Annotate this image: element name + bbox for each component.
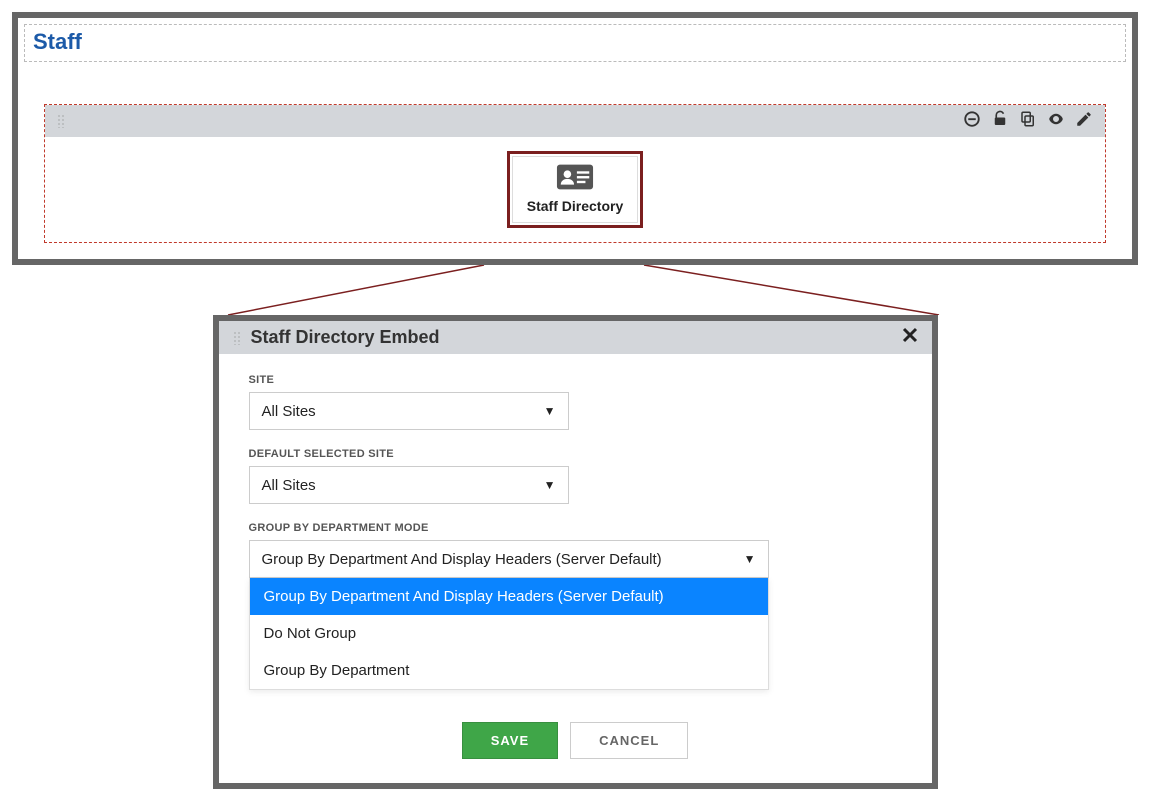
modal-title: Staff Directory Embed	[251, 327, 902, 348]
group-mode-option[interactable]: Group By Department And Display Headers …	[250, 578, 768, 615]
content-area: Staff Directory	[44, 104, 1106, 243]
save-button[interactable]: SAVE	[462, 722, 558, 759]
site-label: SITE	[249, 374, 902, 386]
page-title: Staff	[33, 29, 1117, 55]
default-site-select-value: All Sites	[262, 477, 316, 494]
remove-icon[interactable]	[963, 110, 981, 133]
site-select[interactable]: All Sites ▼	[249, 392, 569, 430]
content-body: Staff Directory	[45, 137, 1105, 242]
id-card-icon	[556, 163, 594, 191]
edit-icon[interactable]	[1075, 110, 1093, 133]
content-toolbar	[45, 105, 1105, 137]
visibility-icon[interactable]	[1047, 110, 1065, 133]
group-mode-label: GROUP BY DEPARTMENT MODE	[249, 522, 902, 534]
toolbar-icons	[963, 110, 1093, 133]
default-site-label: DEFAULT SELECTED SITE	[249, 448, 902, 460]
group-mode-dropdown: Group By Department And Display Headers …	[249, 578, 769, 690]
default-site-select[interactable]: All Sites ▼	[249, 466, 569, 504]
close-icon	[902, 327, 918, 343]
modal-drag-handle-icon[interactable]	[233, 331, 241, 345]
unlock-icon[interactable]	[991, 110, 1009, 133]
staff-directory-widget[interactable]: Staff Directory	[507, 151, 643, 228]
site-select-value: All Sites	[262, 403, 316, 420]
cancel-button[interactable]: CANCEL	[570, 722, 688, 759]
group-mode-select[interactable]: Group By Department And Display Headers …	[249, 540, 769, 578]
modal-body: SITE All Sites ▼ DEFAULT SELECTED SITE A…	[219, 354, 932, 783]
widget-label: Staff Directory	[527, 198, 623, 214]
drag-handle-icon[interactable]	[57, 114, 65, 128]
group-mode-option[interactable]: Do Not Group	[250, 615, 768, 652]
staff-directory-embed-modal: Staff Directory Embed SITE All Sites ▼ D…	[213, 315, 938, 789]
copy-icon[interactable]	[1019, 110, 1037, 133]
modal-header: Staff Directory Embed	[219, 321, 932, 354]
close-button[interactable]	[902, 327, 918, 348]
page-title-container: Staff	[24, 24, 1126, 62]
chevron-down-icon: ▼	[744, 552, 756, 566]
modal-footer: SAVE CANCEL	[249, 722, 902, 759]
chevron-down-icon: ▼	[544, 404, 556, 418]
editor-panel: Staff	[12, 12, 1138, 265]
connector-lines	[12, 265, 1138, 315]
group-mode-select-value: Group By Department And Display Headers …	[262, 551, 662, 568]
chevron-down-icon: ▼	[544, 478, 556, 492]
group-mode-option[interactable]: Group By Department	[250, 652, 768, 689]
